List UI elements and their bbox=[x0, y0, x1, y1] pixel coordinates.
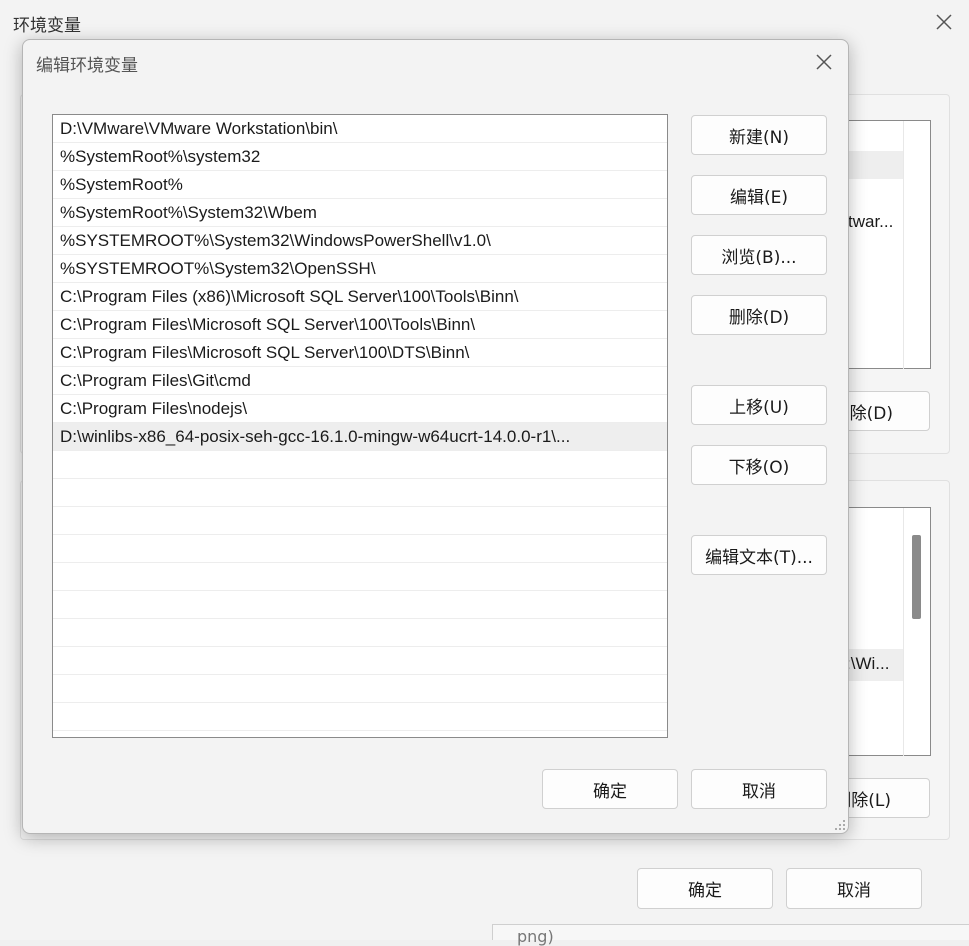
dialog-close-icon[interactable] bbox=[810, 48, 838, 76]
delete-button[interactable]: 删除(D) bbox=[691, 295, 827, 335]
parent-title: 环境变量 bbox=[13, 16, 81, 36]
system-vars-peek-text: :\Wi... bbox=[846, 654, 890, 673]
path-list-item[interactable] bbox=[53, 591, 667, 619]
parent-cancel-button[interactable]: 取消 bbox=[786, 868, 922, 909]
bottom-window-edge: png) bbox=[492, 924, 969, 946]
path-list-item[interactable] bbox=[53, 451, 667, 479]
path-list-item[interactable] bbox=[53, 535, 667, 563]
path-list-item[interactable] bbox=[53, 619, 667, 647]
path-list-item[interactable]: C:\Program Files\Microsoft SQL Server\10… bbox=[53, 311, 667, 339]
cancel-button[interactable]: 取消 bbox=[691, 769, 827, 809]
system-vars-scrollbar-thumb[interactable] bbox=[912, 535, 921, 619]
parent-close-icon[interactable] bbox=[930, 8, 958, 36]
edit-button[interactable]: 编辑(E) bbox=[691, 175, 827, 215]
path-list-item[interactable]: C:\Program Files\Git\cmd bbox=[53, 367, 667, 395]
resize-grip-icon[interactable] bbox=[833, 818, 847, 832]
edit-text-button[interactable]: 编辑文本(T)... bbox=[691, 535, 827, 575]
path-list-item[interactable]: %SYSTEMROOT%\System32\OpenSSH\ bbox=[53, 255, 667, 283]
path-list-item[interactable]: C:\Program Files\nodejs\ bbox=[53, 395, 667, 423]
move-up-button[interactable]: 上移(U) bbox=[691, 385, 827, 425]
edit-env-dialog: 编辑环境变量 D:\VMware\VMware Workstation\bin\… bbox=[22, 39, 849, 834]
path-list-item[interactable] bbox=[53, 507, 667, 535]
path-list-item[interactable]: %SystemRoot% bbox=[53, 171, 667, 199]
path-list-item[interactable]: D:\winlibs-x86_64-posix-seh-gcc-16.1.0-m… bbox=[53, 423, 667, 451]
move-down-button[interactable]: 下移(O) bbox=[691, 445, 827, 485]
user-vars-list[interactable] bbox=[840, 120, 931, 369]
path-list[interactable]: D:\VMware\VMware Workstation\bin\ %System… bbox=[52, 114, 668, 738]
path-list-item[interactable] bbox=[53, 703, 667, 731]
system-vars-list[interactable] bbox=[840, 507, 931, 756]
path-list-item[interactable]: %SystemRoot%\System32\Wbem bbox=[53, 199, 667, 227]
path-list-item[interactable] bbox=[53, 479, 667, 507]
parent-ok-button[interactable]: 确定 bbox=[637, 868, 773, 909]
path-list-item[interactable]: D:\VMware\VMware Workstation\bin\ bbox=[53, 115, 667, 143]
bottom-peek-text: png) bbox=[517, 927, 554, 946]
path-list-item[interactable] bbox=[53, 675, 667, 703]
dialog-title: 编辑环境变量 bbox=[36, 56, 138, 76]
path-list-item[interactable]: %SYSTEMROOT%\System32\WindowsPowerShell\… bbox=[53, 227, 667, 255]
ok-button[interactable]: 确定 bbox=[542, 769, 678, 809]
path-list-item[interactable]: C:\Program Files (x86)\Microsoft SQL Ser… bbox=[53, 283, 667, 311]
path-list-rows: D:\VMware\VMware Workstation\bin\ %System… bbox=[53, 115, 667, 731]
browse-button[interactable]: 浏览(B)... bbox=[691, 235, 827, 275]
user-vars-peek-text: twar... bbox=[848, 212, 894, 231]
path-list-item[interactable] bbox=[53, 647, 667, 675]
new-button[interactable]: 新建(N) bbox=[691, 115, 827, 155]
path-list-item[interactable] bbox=[53, 563, 667, 591]
path-list-item[interactable]: C:\Program Files\Microsoft SQL Server\10… bbox=[53, 339, 667, 367]
path-list-item[interactable]: %SystemRoot%\system32 bbox=[53, 143, 667, 171]
